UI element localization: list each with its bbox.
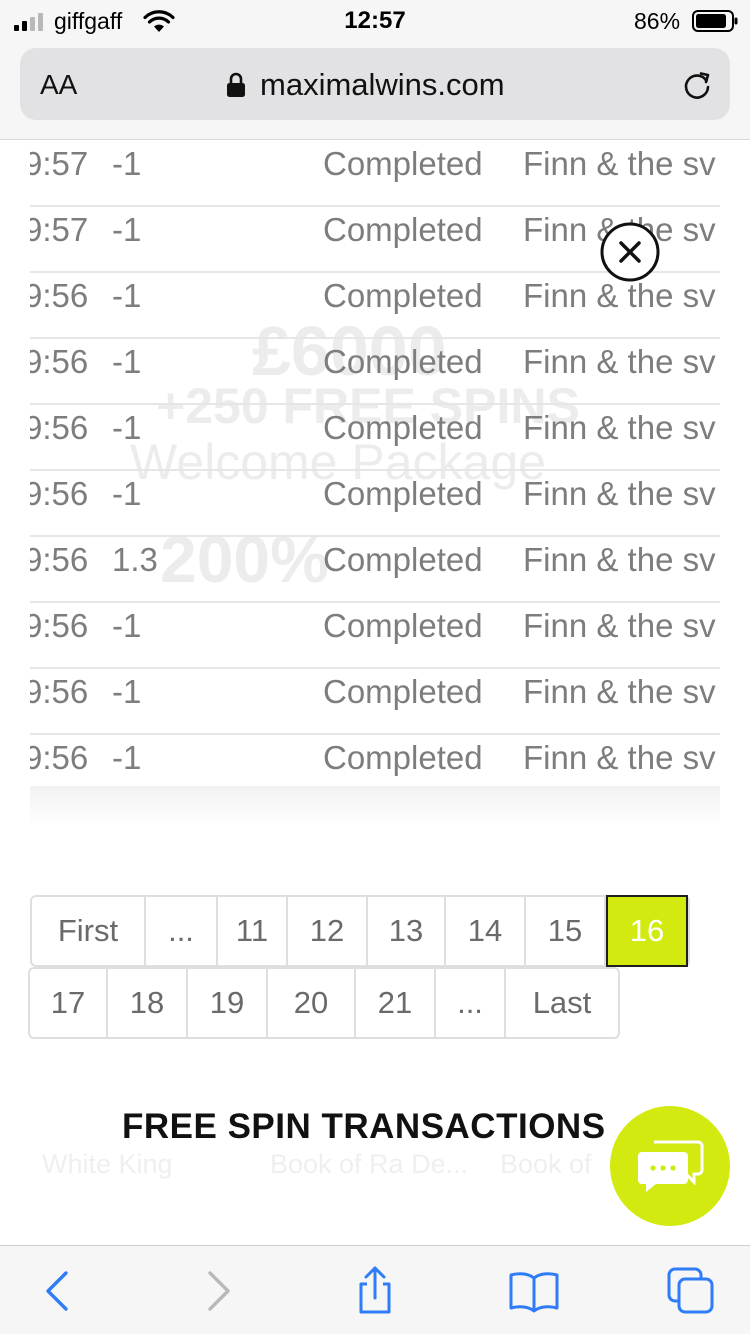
table-row: 9:56 -1 Completed Finn & the sv xyxy=(30,273,720,339)
page-ellipsis: ... xyxy=(146,897,218,965)
page-content: £6000 +250 FREE SPINS Welcome Package 20… xyxy=(0,141,750,1245)
table-fade xyxy=(30,786,720,826)
text-size-button[interactable]: AA xyxy=(40,69,77,101)
page-last-button[interactable]: Last xyxy=(506,969,618,1037)
forward-icon[interactable] xyxy=(196,1266,240,1316)
close-icon[interactable] xyxy=(600,222,660,282)
tx-status: Completed xyxy=(323,277,483,314)
tx-status: Completed xyxy=(323,673,483,710)
table-row: 9:56 -1 Completed Finn & the sv xyxy=(30,471,720,537)
battery-percent: 86% xyxy=(634,8,681,34)
tx-status: Completed xyxy=(323,607,483,644)
section-title: FREE SPIN TRANSACTIONS xyxy=(122,1107,606,1146)
pagination-row-1: First... 11 12 13 14 15 16 xyxy=(30,895,690,967)
page-20-button[interactable]: 20 xyxy=(268,969,356,1037)
page-13-button[interactable]: 13 xyxy=(368,897,446,965)
tx-game: Finn & the sv xyxy=(523,145,716,182)
table-row: 9:56 -1 Completed Finn & the sv xyxy=(30,405,720,471)
tx-game: Finn & the sv xyxy=(523,409,716,446)
browser-toolbar xyxy=(0,1245,750,1334)
url-text[interactable]: maximalwins.com xyxy=(260,67,505,103)
tx-amount: -1 xyxy=(112,211,142,248)
tx-game: Finn & the sv xyxy=(523,475,716,512)
tx-time: 9:56 xyxy=(30,607,89,644)
battery-icon xyxy=(692,10,738,32)
tx-amount: 1.3 xyxy=(112,541,158,578)
page-15-button[interactable]: 15 xyxy=(526,897,606,965)
tx-amount: -1 xyxy=(112,409,142,446)
tx-time: 9:56 xyxy=(30,343,89,380)
bookmarks-icon[interactable] xyxy=(508,1266,560,1316)
tx-amount: -1 xyxy=(112,343,142,380)
chat-button[interactable] xyxy=(610,1106,730,1226)
tx-status: Completed xyxy=(323,541,483,578)
tx-game: Finn & the sv xyxy=(523,739,716,776)
page-19-button[interactable]: 19 xyxy=(188,969,268,1037)
address-bar[interactable]: AA maximalwins.com xyxy=(20,48,730,120)
tx-amount: -1 xyxy=(112,739,142,776)
page-14-button[interactable]: 14 xyxy=(446,897,526,965)
game-tile-1-bg: White King xyxy=(42,1149,173,1179)
table-row: 9:57 -1 Completed Finn & the sv xyxy=(30,141,720,207)
tx-status: Completed xyxy=(323,409,483,446)
pagination-row-2: 17 18 19 20 21... Last xyxy=(28,967,620,1039)
page-18-button[interactable]: 18 xyxy=(108,969,188,1037)
page-11-button[interactable]: 11 xyxy=(218,897,288,965)
status-bar: giffgaff 12:57 86% xyxy=(0,0,750,44)
browser-top-bar: AA maximalwins.com xyxy=(0,44,750,140)
tx-amount: -1 xyxy=(112,145,142,182)
share-icon[interactable] xyxy=(353,1266,397,1316)
tx-time: 9:57 xyxy=(30,211,89,248)
tx-time: 9:56 xyxy=(30,409,89,446)
tx-time: 9:56 xyxy=(30,673,89,710)
tx-time: 9:56 xyxy=(30,541,89,578)
tx-game: Finn & the sv xyxy=(523,607,716,644)
chat-icon xyxy=(638,1140,704,1192)
back-icon[interactable] xyxy=(36,1266,80,1316)
table-row: 9:56 1.3 Completed Finn & the sv xyxy=(30,537,720,603)
tx-time: 9:56 xyxy=(30,277,89,314)
tx-status: Completed xyxy=(323,739,483,776)
game-tile-3-bg: Book of xyxy=(500,1149,592,1179)
lock-icon xyxy=(227,72,245,97)
page-first-button[interactable]: First xyxy=(32,897,146,965)
tx-status: Completed xyxy=(323,475,483,512)
tx-amount: -1 xyxy=(112,673,142,710)
tx-time: 9:56 xyxy=(30,475,89,512)
reload-icon[interactable] xyxy=(682,70,712,102)
page-ellipsis: ... xyxy=(436,969,506,1037)
tx-game: Finn & the sv xyxy=(523,541,716,578)
tx-status: Completed xyxy=(323,211,483,248)
game-tile-2-bg: Book of Ra De... xyxy=(270,1149,469,1179)
tx-status: Completed xyxy=(323,343,483,380)
tx-amount: -1 xyxy=(112,277,142,314)
page-12-button[interactable]: 12 xyxy=(288,897,368,965)
tx-status: Completed xyxy=(323,145,483,182)
tx-game: Finn & the sv xyxy=(523,673,716,710)
tx-time: 9:57 xyxy=(30,145,89,182)
table-row: 9:56 -1 Completed Finn & the sv xyxy=(30,603,720,669)
tabs-icon[interactable] xyxy=(666,1266,716,1316)
page-21-button[interactable]: 21 xyxy=(356,969,436,1037)
table-row: 9:56 -1 Completed Finn & the sv xyxy=(30,339,720,405)
page-16-button[interactable]: 16 xyxy=(606,895,688,967)
tx-game: Finn & the sv xyxy=(523,277,716,314)
tx-time: 9:56 xyxy=(30,739,89,776)
table-row: 9:56 -1 Completed Finn & the sv xyxy=(30,669,720,735)
tx-game: Finn & the sv xyxy=(523,343,716,380)
tx-amount: -1 xyxy=(112,475,142,512)
page-17-button[interactable]: 17 xyxy=(30,969,108,1037)
tx-amount: -1 xyxy=(112,607,142,644)
